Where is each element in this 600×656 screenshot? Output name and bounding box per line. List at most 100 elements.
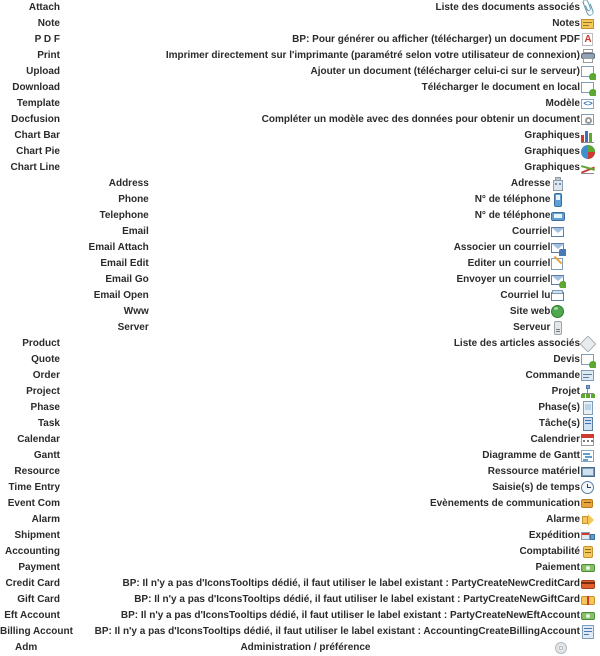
icon-cell [580, 592, 600, 608]
icon-cell [580, 48, 600, 64]
icon-key-label: Phone [118, 194, 149, 205]
address-icon[interactable] [550, 176, 566, 192]
gear-icon[interactable] [553, 640, 569, 656]
icon-reference-groups: Attach Liste des documents associés 📎 Note N… [0, 0, 600, 656]
resource-icon[interactable] [580, 464, 596, 480]
alarm-icon[interactable] [580, 512, 596, 528]
table-row: Phase Phase(s) [0, 400, 600, 416]
icon-key-label: Credit Card [5, 578, 60, 589]
icon-key-label: Gantt [33, 450, 60, 461]
mobile-phone-icon[interactable] [550, 192, 566, 208]
shipment-icon[interactable] [580, 528, 596, 544]
eft-account-icon[interactable] [580, 608, 596, 624]
upload-icon[interactable] [580, 64, 596, 80]
icon-cell [580, 624, 600, 640]
email-go-icon[interactable] [550, 272, 567, 288]
table-row: Attach Liste des documents associés 📎 [0, 0, 600, 16]
calendar-icon[interactable] [580, 432, 596, 448]
time-entry-icon[interactable] [580, 480, 596, 496]
icon-cell [580, 352, 600, 368]
icon-key-label: Task [37, 418, 60, 429]
download-icon[interactable] [580, 80, 596, 96]
printer-icon[interactable] [580, 48, 596, 64]
billing-account-icon[interactable] [580, 624, 596, 640]
quote-icon[interactable] [580, 352, 596, 368]
table-row: Payment Paiement [0, 560, 600, 576]
table-row: Note Notes [0, 16, 600, 32]
icon-description: Calendrier [530, 434, 580, 445]
world-icon[interactable] [550, 304, 566, 320]
order-icon[interactable] [580, 368, 596, 384]
phase-icon[interactable] [580, 400, 596, 416]
icon-cell [580, 160, 600, 176]
email-edit-icon[interactable] [550, 256, 566, 272]
icon-cell [580, 80, 600, 96]
icon-description: Commande [525, 370, 580, 381]
table-row: Telephone N° de téléphone [0, 208, 600, 224]
table-row: Alarm Alarme [0, 512, 600, 528]
icon-key-label: Template [16, 98, 60, 109]
icon-description: Projet [551, 386, 580, 397]
email-icon[interactable] [550, 224, 566, 240]
icon-key-label: Calendar [17, 434, 60, 445]
icon-cell [580, 368, 600, 384]
icon-cell [580, 528, 600, 544]
icon-cell [580, 64, 600, 80]
table-row: Order Commande [0, 368, 600, 384]
icon-key-label: Product [22, 338, 60, 349]
table-row: Email Attach Associer un courriel [0, 240, 600, 256]
task-icon[interactable] [580, 416, 596, 432]
chart-pie-icon[interactable] [580, 144, 596, 160]
table-row: Upload Ajouter un document (télécharger c… [0, 64, 600, 80]
note-icon[interactable] [580, 16, 596, 32]
pdf-icon[interactable]: A [580, 32, 596, 48]
chart-line-icon[interactable] [580, 160, 596, 176]
icon-key-label: Eft Account [4, 610, 60, 621]
telephone-icon[interactable] [550, 208, 566, 224]
icon-cell [580, 384, 600, 400]
icon-cell: A [580, 32, 600, 48]
icon-group-contact: Address Adresse Phone N° de téléphone Teleph… [0, 176, 600, 336]
table-row: Credit Card BP: Il n'y a pas d'IconsToolt… [0, 576, 600, 592]
icon-cell [550, 272, 600, 288]
payment-icon[interactable] [580, 560, 596, 576]
accounting-icon[interactable] [580, 544, 596, 560]
icon-group-administration: Adm Administration / préférence [0, 640, 600, 656]
icon-key-label: Server [117, 322, 149, 333]
email-open-icon[interactable] [550, 288, 566, 304]
icon-description: Notes [552, 18, 580, 29]
gift-card-icon[interactable] [580, 592, 596, 608]
template-icon[interactable]: <> [580, 96, 596, 112]
icon-key-label: Email [122, 226, 149, 237]
table-row: Quote Devis [0, 352, 600, 368]
gantt-icon[interactable] [580, 448, 596, 464]
docfusion-icon[interactable] [580, 112, 596, 128]
project-icon[interactable] [580, 384, 596, 400]
server-icon[interactable] [550, 320, 566, 336]
event-com-icon[interactable] [580, 496, 596, 512]
table-row: Server Serveur [0, 320, 600, 336]
table-row: Print Imprimer directement sur l'impriman… [0, 48, 600, 64]
table-row: P D F BP: Pour générer ou afficher (téléc… [0, 32, 600, 48]
icon-cell [553, 640, 600, 656]
icon-description: Imprimer directement sur l'imprimante (p… [165, 50, 580, 61]
icon-cell [580, 464, 600, 480]
table-row: Shipment Expédition [0, 528, 600, 544]
credit-card-icon[interactable] [580, 576, 596, 592]
paperclip-icon[interactable]: 📎 [580, 0, 596, 16]
icon-key-label: Telephone [99, 210, 149, 221]
chart-bar-icon[interactable] [580, 128, 596, 144]
icon-key-label: Gift Card [17, 594, 60, 605]
product-icon[interactable] [580, 336, 596, 352]
icon-description: Modèle [545, 98, 580, 109]
table-row: Task Tâche(s) [0, 416, 600, 432]
email-attach-icon[interactable] [550, 240, 567, 256]
icon-cell [580, 448, 600, 464]
icon-cell [550, 176, 600, 192]
icon-description: Saisie(s) de temps [492, 482, 580, 493]
icon-cell [580, 416, 600, 432]
icon-cell [580, 336, 600, 352]
icon-cell [550, 304, 600, 320]
table-row: Gantt Diagramme de Gantt [0, 448, 600, 464]
table-row: Www Site web [0, 304, 600, 320]
